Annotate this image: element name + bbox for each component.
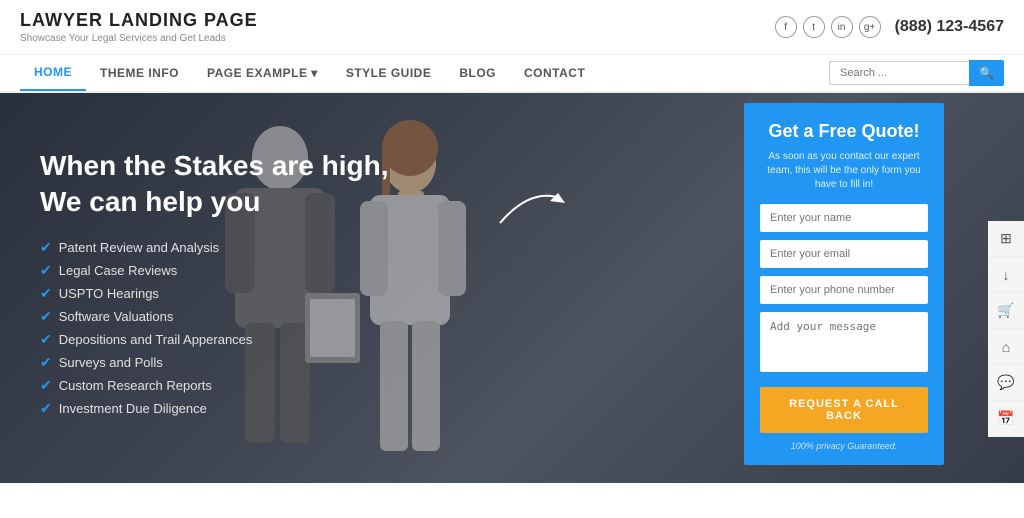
list-item: ✔Surveys and Polls xyxy=(40,354,389,371)
facebook-icon[interactable]: f xyxy=(775,16,797,38)
nav-contact[interactable]: CONTACT xyxy=(510,55,599,91)
right-sidebar: ⊞ ↓ 🛒 ⌂ 💬 📅 xyxy=(988,221,1024,437)
search-input[interactable] xyxy=(829,61,969,85)
grid-icon[interactable]: ⊞ xyxy=(988,221,1024,257)
download-icon[interactable]: ↓ xyxy=(988,257,1024,293)
check-icon: ✔ xyxy=(40,331,52,348)
nav-blog[interactable]: BLOG xyxy=(445,55,510,91)
nav-theme-info[interactable]: THEME INFO xyxy=(86,55,193,91)
check-icon: ✔ xyxy=(40,285,52,302)
header: LAWYER LANDING PAGE Showcase Your Legal … xyxy=(0,0,1024,55)
privacy-text: 100% privacy Guaranteed. xyxy=(760,441,928,451)
hero-text-block: When the Stakes are high, We can help yo… xyxy=(40,148,389,423)
email-input[interactable] xyxy=(760,240,928,268)
search-button[interactable]: 🔍 xyxy=(969,60,1004,86)
name-input[interactable] xyxy=(760,204,928,232)
header-right: f t in g+ (888) 123-4567 xyxy=(775,16,1004,38)
check-icon: ✔ xyxy=(40,239,52,256)
nav-links: HOME THEME INFO PAGE EXAMPLE ▾ STYLE GUI… xyxy=(20,55,599,91)
quote-form-subtitle: As soon as you contact our expert team, … xyxy=(760,150,928,192)
social-icons: f t in g+ xyxy=(775,16,881,38)
cart-icon[interactable]: 🛒 xyxy=(988,293,1024,329)
nav-page-example[interactable]: PAGE EXAMPLE ▾ xyxy=(193,55,332,91)
list-item: ✔Depositions and Trail Apperances xyxy=(40,331,389,348)
phone-number: (888) 123-4567 xyxy=(895,18,1004,36)
twitter-icon[interactable]: t xyxy=(803,16,825,38)
logo-area: LAWYER LANDING PAGE Showcase Your Legal … xyxy=(20,10,258,44)
check-icon: ✔ xyxy=(40,400,52,417)
check-icon: ✔ xyxy=(40,308,52,325)
nav-style-guide[interactable]: STYLE GUIDE xyxy=(332,55,446,91)
hero-services-list: ✔Patent Review and Analysis ✔Legal Case … xyxy=(40,239,389,417)
quote-form: Get a Free Quote! As soon as you contact… xyxy=(744,103,944,465)
hero-title: When the Stakes are high, We can help yo… xyxy=(40,148,389,221)
logo-title: LAWYER LANDING PAGE xyxy=(20,10,258,31)
list-item: ✔Investment Due Diligence xyxy=(40,400,389,417)
nav-home[interactable]: HOME xyxy=(20,55,86,91)
tag-icon[interactable]: ⌂ xyxy=(988,329,1024,365)
chat-icon[interactable]: 💬 xyxy=(988,365,1024,401)
message-input[interactable] xyxy=(760,312,928,372)
calendar-icon[interactable]: 📅 xyxy=(988,401,1024,437)
list-item: ✔Software Valuations xyxy=(40,308,389,325)
arrow-icon xyxy=(490,183,570,233)
check-icon: ✔ xyxy=(40,354,52,371)
logo-subtitle: Showcase Your Legal Services and Get Lea… xyxy=(20,33,258,44)
hero-section: When the Stakes are high, We can help yo… xyxy=(0,93,1024,483)
list-item: ✔USPTO Hearings xyxy=(40,285,389,302)
cta-button[interactable]: REQUEST A CALL BACK xyxy=(760,387,928,433)
check-icon: ✔ xyxy=(40,262,52,279)
googleplus-icon[interactable]: g+ xyxy=(859,16,881,38)
list-item: ✔Custom Research Reports xyxy=(40,377,389,394)
linkedin-icon[interactable]: in xyxy=(831,16,853,38)
list-item: ✔Patent Review and Analysis xyxy=(40,239,389,256)
check-icon: ✔ xyxy=(40,377,52,394)
quote-form-title: Get a Free Quote! xyxy=(760,121,928,142)
list-item: ✔Legal Case Reviews xyxy=(40,262,389,279)
navigation: HOME THEME INFO PAGE EXAMPLE ▾ STYLE GUI… xyxy=(0,55,1024,93)
phone-input[interactable] xyxy=(760,276,928,304)
search-area: 🔍 xyxy=(829,60,1004,86)
